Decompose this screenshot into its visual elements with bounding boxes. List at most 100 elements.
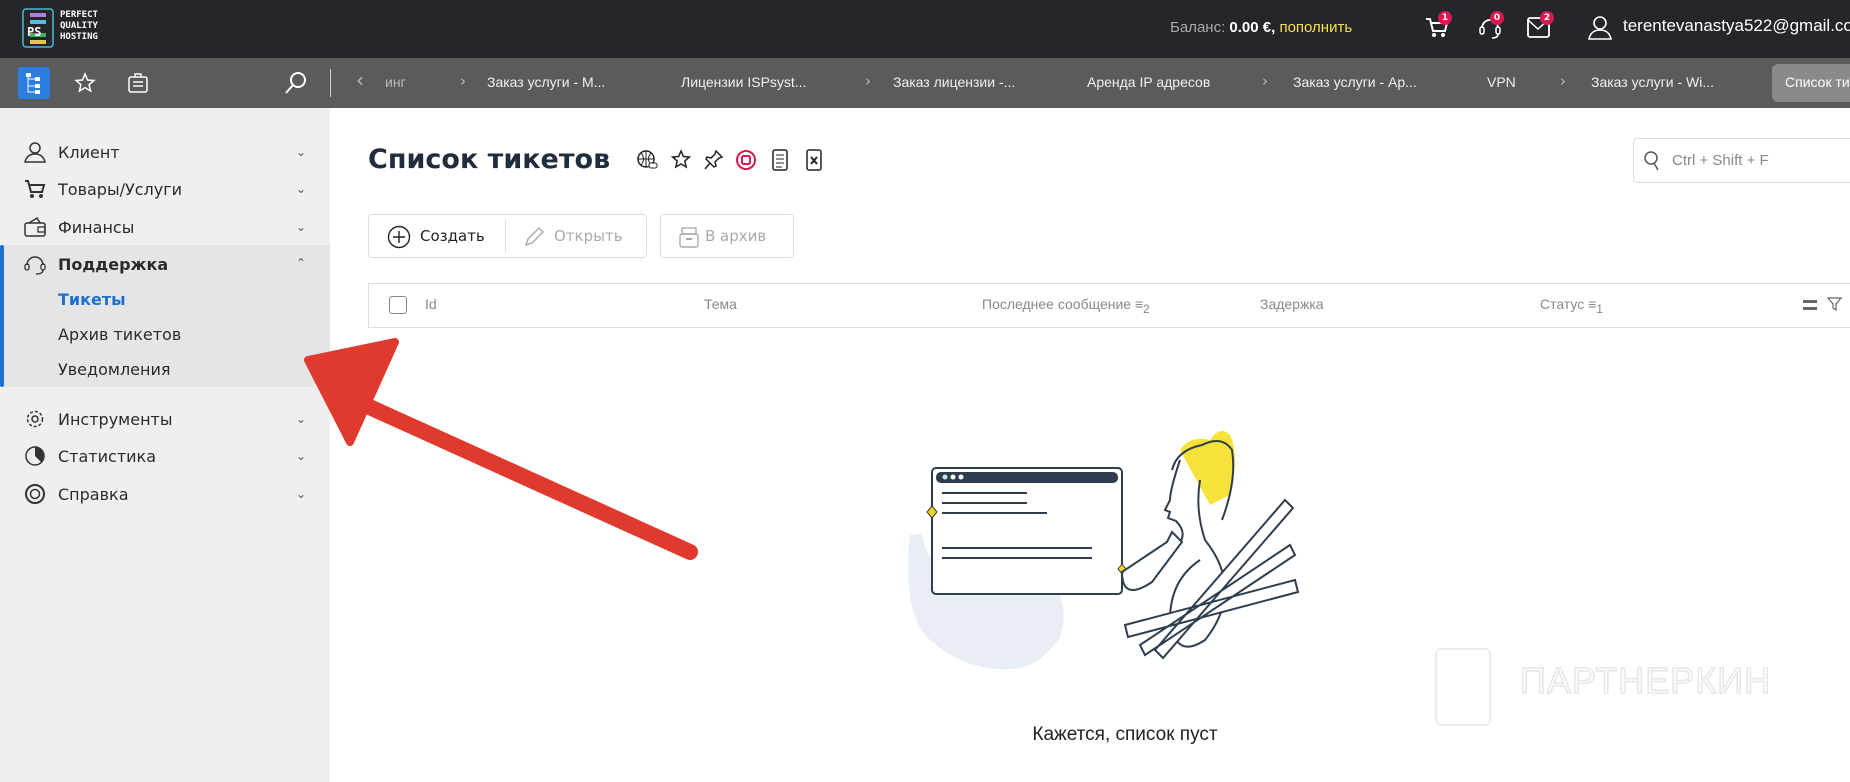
sidebar-item-label: Инструменты <box>58 409 173 429</box>
sidebar-subitem-tickets[interactable]: Тикеты <box>58 290 126 309</box>
tab[interactable]: инг <box>385 74 406 90</box>
sort-order: 2 <box>1143 302 1150 316</box>
user-icon[interactable] <box>1587 14 1613 40</box>
search-icon[interactable] <box>283 70 309 96</box>
star-icon[interactable] <box>670 148 692 172</box>
tab-active-label: Список ти <box>1785 74 1850 90</box>
tab-toolbar: ‹ инг › Заказ услуги - М... Лицензии ISP… <box>0 58 1850 108</box>
tab[interactable]: Заказ услуги - Ар... <box>1293 74 1417 90</box>
pie-chart-icon <box>25 446 45 466</box>
column-header-subject[interactable]: Тема <box>704 296 737 312</box>
column-header-delay[interactable]: Задержка <box>1260 296 1324 312</box>
sidebar-item-tools[interactable]: Инструменты ⌄ <box>0 401 330 437</box>
pin-icon[interactable] <box>703 148 725 172</box>
chevron-down-icon: ⌄ <box>296 220 307 234</box>
column-header-last-message[interactable]: Последнее сообщение ≡2 <box>982 296 1150 316</box>
mail-button[interactable]: 2 <box>1526 11 1554 42</box>
favorites-star-icon[interactable] <box>74 72 96 94</box>
archive-button[interactable]: В архив <box>660 214 794 258</box>
briefcase-icon[interactable] <box>126 71 150 95</box>
topup-link[interactable]: пополнить <box>1279 19 1352 36</box>
tab[interactable]: Заказ лицензии -... <box>893 74 1015 90</box>
cart-badge: 1 <box>1438 11 1452 25</box>
sidebar-subitem-ticket-archive[interactable]: Архив тикетов <box>58 325 181 344</box>
tab-separator: › <box>865 72 871 90</box>
sort-order: 1 <box>1596 302 1603 316</box>
chevron-down-icon: ⌄ <box>296 145 307 159</box>
svg-text:PS: PS <box>27 25 41 39</box>
search-input[interactable]: Ctrl + Shift + F <box>1633 138 1850 183</box>
search-placeholder: Ctrl + Shift + F <box>1672 152 1769 169</box>
balance-value: 0.00 €, <box>1229 19 1276 36</box>
empty-list-illustration <box>908 431 1300 670</box>
create-label: Создать <box>420 227 485 245</box>
support-button[interactable]: 0 <box>1477 11 1505 42</box>
user-icon <box>24 142 46 163</box>
mail-badge: 2 <box>1540 11 1554 25</box>
stop-icon[interactable] <box>735 148 757 172</box>
logo-text: PERFECT QUALITY HOSTING <box>60 10 98 42</box>
tree-icon <box>26 73 40 94</box>
sidebar-item-finance[interactable]: Финансы ⌄ <box>0 209 330 245</box>
plus-circle-icon <box>387 225 411 249</box>
menu-tree-button[interactable] <box>18 67 50 99</box>
sidebar-item-label: Статистика <box>58 446 156 466</box>
open-label: Открыть <box>554 227 623 245</box>
column-label: Последнее сообщение <box>982 296 1132 312</box>
tab[interactable]: Заказ услуги - М... <box>487 74 605 90</box>
excel-export-icon[interactable] <box>803 148 825 172</box>
tab-separator: › <box>460 72 466 90</box>
open-button[interactable]: Открыть <box>506 215 648 257</box>
tabs-scroll-left[interactable]: ‹ <box>356 68 364 92</box>
column-settings-icon[interactable] <box>1802 297 1818 313</box>
tab[interactable]: Аренда IP адресов <box>1087 74 1210 90</box>
sidebar-item-support[interactable]: Поддержка ⌃ <box>0 246 330 282</box>
tab-active[interactable]: Список ти <box>1772 64 1850 102</box>
sidebar-item-label: Поддержка <box>58 254 169 274</box>
cart-icon <box>25 180 46 198</box>
tab-separator: › <box>1560 72 1566 90</box>
select-all-checkbox[interactable] <box>389 296 407 314</box>
sidebar-item-label: Клиент <box>58 142 120 162</box>
checklist-icon[interactable] <box>769 148 791 172</box>
chevron-up-icon: ⌃ <box>296 256 307 270</box>
toolbar-divider <box>330 69 331 97</box>
sidebar-item-client[interactable]: Клиент ⌄ <box>0 134 330 170</box>
red-arrow-annotation <box>304 338 698 560</box>
page-title: Список тикетов <box>368 144 611 175</box>
pencil-icon <box>524 227 544 247</box>
tab[interactable]: VPN <box>1487 74 1516 90</box>
sidebar-item-help[interactable]: Справка ⌄ <box>0 476 330 512</box>
top-bar: PS PERFECT QUALITY HOSTING Баланс: 0.00 €,… <box>0 0 1850 58</box>
sidebar-subitem-notifications[interactable]: Уведомления <box>58 360 171 379</box>
headset-icon <box>24 256 46 275</box>
create-button[interactable]: Создать <box>369 215 506 257</box>
lifebuoy-icon <box>25 484 45 504</box>
tab[interactable]: Заказ услуги - Wi... <box>1591 74 1714 90</box>
sidebar-item-products[interactable]: Товары/Услуги ⌄ <box>0 171 330 207</box>
globe-link-icon[interactable] <box>636 148 658 172</box>
sidebar-item-label: Финансы <box>58 217 135 237</box>
empty-state-text: Кажется, список пуст <box>1032 724 1218 745</box>
logo[interactable]: PS PERFECT QUALITY HOSTING <box>22 8 132 48</box>
tab[interactable]: Лицензии ISPsyst... <box>681 74 806 90</box>
archive-label: В архив <box>705 227 767 245</box>
sort-desc-icon: ≡ <box>1134 296 1144 312</box>
column-label: Статус <box>1540 296 1585 312</box>
action-group: Создать Открыть <box>368 214 647 258</box>
sidebar-item-statistics[interactable]: Статистика ⌄ <box>0 438 330 474</box>
user-email[interactable]: terentevanastya522@gmail.com <box>1623 16 1850 36</box>
column-header-id[interactable]: Id <box>425 296 437 312</box>
watermark-logo <box>1435 648 1491 726</box>
sidebar: Клиент ⌄ Товары/Услуги ⌄ Финансы ⌄ Подде… <box>0 108 330 782</box>
search-icon <box>1644 151 1659 171</box>
tab-separator: › <box>1262 72 1268 90</box>
logo-icon: PS <box>22 8 54 48</box>
archive-box-icon <box>679 227 699 248</box>
chevron-down-icon: ⌄ <box>296 182 307 196</box>
cart-button[interactable]: 1 <box>1424 11 1452 42</box>
support-badge: 0 <box>1490 11 1504 25</box>
column-header-status[interactable]: Статус ≡1 <box>1540 296 1603 316</box>
watermark-text: ПАРТНЕРКИН <box>1519 659 1772 702</box>
filter-icon[interactable] <box>1827 296 1843 312</box>
